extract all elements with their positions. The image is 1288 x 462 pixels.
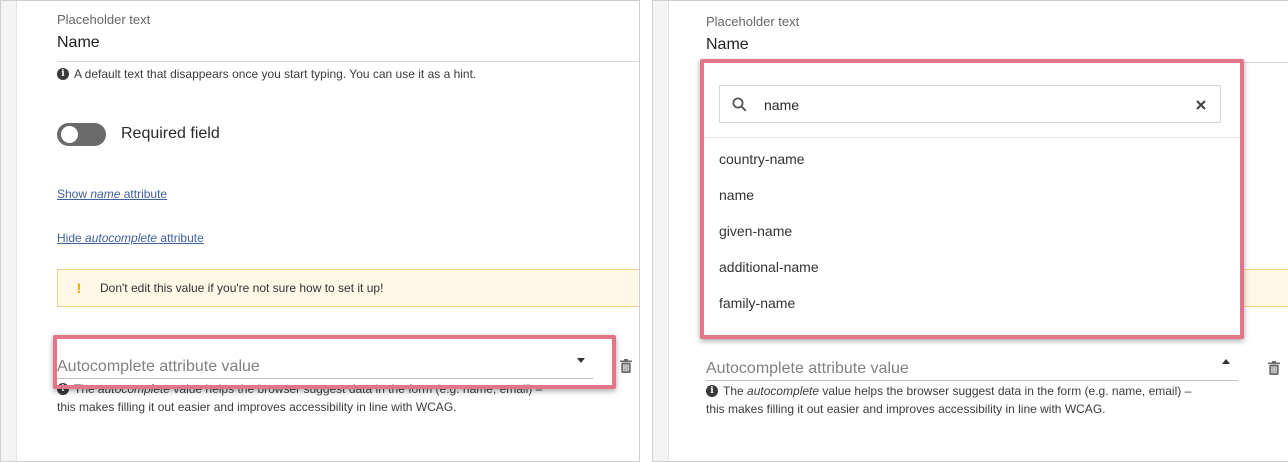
hide-auto-em: autocomplete	[85, 231, 158, 245]
required-toggle[interactable]	[57, 123, 106, 146]
caret-up-icon	[1222, 359, 1230, 364]
dropdown-option[interactable]: country-name	[719, 151, 805, 167]
hint-em: autocomplete	[747, 384, 820, 398]
show-name-prefix: Show	[57, 187, 91, 201]
warning-banner: ! Don't edit this value if you're not su…	[57, 269, 639, 307]
autocomplete-placeholder: Autocomplete attribute value	[57, 358, 260, 375]
dropdown-search-box[interactable]: name	[719, 85, 1221, 123]
right-panel: Placeholder text Name Autocomplete attri…	[652, 0, 1288, 462]
hide-auto-suffix: attribute	[157, 231, 204, 245]
dropdown-search-input[interactable]: name	[764, 97, 799, 113]
hide-auto-prefix: Hide	[57, 231, 86, 245]
placeholder-hint: i A default text that disappears once yo…	[57, 65, 476, 83]
autocomplete-placeholder: Autocomplete attribute value	[706, 360, 909, 377]
info-icon: i	[706, 385, 718, 397]
caret-down-icon	[577, 358, 585, 363]
panel-gutter	[640, 0, 652, 462]
dropdown-option[interactable]: name	[719, 187, 754, 203]
placeholder-label: Placeholder text	[706, 14, 800, 29]
autocomplete-select[interactable]: Autocomplete attribute value	[706, 351, 1238, 381]
left-side-strip	[1, 1, 17, 461]
info-icon: i	[57, 68, 69, 80]
info-icon: i	[57, 383, 69, 395]
hint-post: value helps the browser suggest data in …	[819, 384, 1192, 398]
placeholder-input[interactable]: Name	[57, 34, 100, 52]
dropdown-divider	[704, 137, 1240, 138]
autocomplete-hint-text: The autocomplete value helps the browser…	[74, 380, 542, 398]
close-icon[interactable]	[1196, 100, 1206, 110]
dropdown-option[interactable]: family-name	[719, 295, 795, 311]
hide-autocomplete-attribute-link[interactable]: Hide autocomplete attribute	[57, 231, 204, 245]
autocomplete-dropdown: name country-name name given-name additi…	[700, 59, 1244, 339]
hint-pre: The	[74, 382, 99, 396]
exclamation-icon: !	[76, 280, 82, 296]
show-name-em: name	[90, 187, 121, 201]
trash-icon[interactable]	[620, 359, 632, 373]
placeholder-label: Placeholder text	[57, 12, 151, 27]
right-side-strip	[653, 1, 669, 461]
trash-icon[interactable]	[1268, 361, 1280, 375]
autocomplete-select[interactable]: Autocomplete attribute value	[57, 349, 593, 379]
hint-pre: The	[723, 384, 748, 398]
toggle-knob	[61, 126, 78, 143]
placeholder-underline	[57, 61, 639, 62]
autocomplete-hint-line2: this makes filling it out easier and imp…	[57, 400, 457, 414]
hint-em: autocomplete	[98, 382, 171, 396]
warning-text: Don't edit this value if you're not sure…	[100, 281, 384, 295]
dropdown-option[interactable]: additional-name	[719, 259, 819, 275]
placeholder-input[interactable]: Name	[706, 36, 749, 54]
autocomplete-hint-line2: this makes filling it out easier and imp…	[706, 402, 1106, 416]
dropdown-option[interactable]: given-name	[719, 223, 792, 239]
placeholder-hint-text: A default text that disappears once you …	[74, 67, 477, 81]
search-icon	[732, 97, 747, 112]
required-label: Required field	[121, 125, 220, 142]
show-name-suffix: attribute	[120, 187, 168, 201]
hint-post: value helps the browser suggest data in …	[170, 382, 543, 396]
show-name-attribute-link[interactable]: Show name attribute	[57, 187, 167, 201]
autocomplete-hint: i The autocomplete value helps the brows…	[57, 380, 617, 398]
autocomplete-hint: i The autocomplete value helps the brows…	[706, 382, 1266, 400]
left-panel: Placeholder text Name i A default text t…	[0, 0, 640, 462]
autocomplete-hint-text: The autocomplete value helps the browser…	[723, 382, 1191, 400]
